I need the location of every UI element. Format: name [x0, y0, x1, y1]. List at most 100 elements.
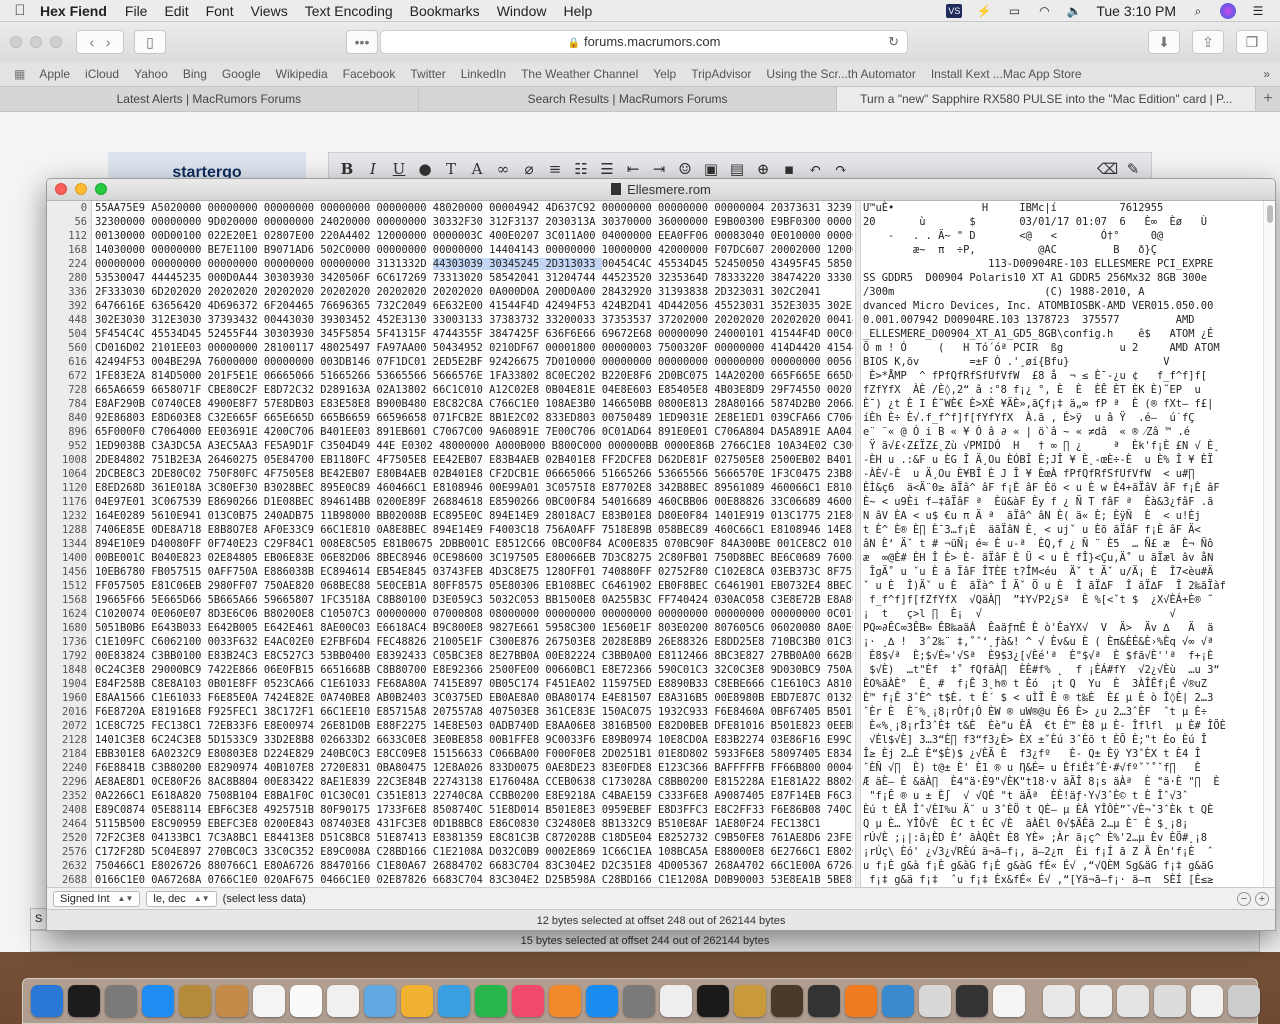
hex-row[interactable]: 0A2266C1 E618A820 7508B104 E8BA1F0C 01C3…	[95, 789, 853, 803]
back-arrow-icon[interactable]: ‹	[89, 34, 94, 50]
ascii-row[interactable]: 0.001.007942 D00904RE.103 1378723 375577…	[863, 313, 1263, 327]
dock-app-icon[interactable]	[623, 985, 655, 1017]
clock[interactable]: Tue 3:10 PM	[1096, 3, 1176, 19]
ascii-row[interactable]: Î≥ Èj 2…È È“$È)$ ¿√ÈÃ È f3¿fº È- Q± Èÿ Y…	[863, 747, 1263, 761]
hex-row[interactable]: FF057505 E81C06EB 2980FF07 750AE820 068B…	[95, 579, 853, 593]
hex-row[interactable]: 2DE84802 751B2E3A 26460275 05E84700 EB11…	[95, 453, 853, 467]
tab-latest-alerts[interactable]: Latest Alerts | MacRumors Forums	[0, 87, 419, 111]
add-row-icon[interactable]: +	[1255, 891, 1269, 906]
tabs-overview-button[interactable]: ❐	[1236, 30, 1268, 54]
top-sites-button[interactable]: •••	[346, 30, 378, 54]
hex-row[interactable]: 665A6659 6658071F CBE80C2F E8D72C32 D289…	[95, 383, 853, 397]
dock-app-icon[interactable]	[31, 985, 63, 1017]
dock-app-icon[interactable]	[401, 985, 433, 1017]
wifi-icon[interactable]: ◠	[1036, 4, 1052, 18]
hex-row[interactable]: 302E3030 312E3030 37393432 00443030 3930…	[95, 313, 853, 327]
ascii-row[interactable]: SS GDDR5 D00904 Polaris10 XT A1 GDDR5 25…	[863, 271, 1263, 285]
ascii-row[interactable]: f¡‡ g&ä f¡‡ ˆu f¡‡ Èx&fÉ« É√ ‚“[Yä¬ã—f¡·…	[863, 873, 1263, 887]
bookmark-yahoo[interactable]: Yahoo	[134, 67, 168, 81]
ascii-column[interactable]: U™uÈ• H IBMc|í 7612955 20 ù $ 03/01/17 01…	[863, 201, 1263, 887]
hex-row[interactable]: E8AF290B C0740CE8 4900E8F7 57E8DB03 E83E…	[95, 397, 853, 411]
ascii-row[interactable]: æ ∞@È# ÈH Î È> È- ãÏâF È Ü < u È fÎ}<Çu,…	[863, 551, 1263, 565]
dock-app-icon[interactable]	[1191, 985, 1223, 1017]
forward-arrow-icon[interactable]: ›	[106, 34, 111, 50]
ascii-row[interactable]: ¡· ¸∆ ! 3ˆ2‰¨ ‡‚˚ˆ‘˛ƒà&! ^ √ Èv&u È ( Èπ…	[863, 635, 1263, 649]
hex-row[interactable]: 0166C1E0 0A67268A 0766C1E0 020AF675 0466…	[95, 873, 853, 887]
dock-app-icon[interactable]	[697, 985, 729, 1017]
ascii-row[interactable]: t È^ È® È∏ È¯3…f¡È äãÏâN È˛ < ujˇ u Èõ ã…	[863, 523, 1263, 537]
hex-row[interactable]: CD016D02 2101EE03 00000000 28100117 4802…	[95, 341, 853, 355]
hex-row[interactable]: 04E97E01 3C067539 E8690266 D1E08BEC 8946…	[95, 495, 853, 509]
text-color-icon[interactable]: ●	[415, 160, 435, 178]
dock-app-icon[interactable]	[179, 985, 211, 1017]
type-select[interactable]: Signed Int ▲▼	[53, 890, 141, 907]
ascii-row[interactable]: u f¡È g&à f¡È g&àG f¡È g&àG fÉ« É√ ‚“√QÈ…	[863, 859, 1263, 873]
tab-rx580-thread[interactable]: Turn a "new" Sapphire RX580 PULSE into t…	[837, 87, 1257, 111]
bullet-list-icon[interactable]: ☷	[571, 160, 591, 178]
save-draft-icon[interactable]: ▪	[779, 160, 799, 178]
hex-row[interactable]: C1020074 0E060E07 8D3E6C06 B8020OE8 C105…	[95, 607, 853, 621]
hex-row[interactable]: 19665F66 5E665D66 5B665A66 59665807 1FC3…	[95, 593, 853, 607]
bookmark-facebook[interactable]: Facebook	[343, 67, 396, 81]
hex-row[interactable]: 42494F53 004BE29A 76000000 00000000 003D…	[95, 355, 853, 369]
ascii-row[interactable]: âN È‘ Äˇ t # ¬üÑ¡ é≈ È u-ª ÈQ,f ¿ Ñ ¨ È5…	[863, 537, 1263, 551]
hex-row[interactable]: 2F333030 6D202020 20202020 20202020 2020…	[95, 285, 853, 299]
dock-app-icon[interactable]	[1080, 985, 1112, 1017]
notification-center-icon[interactable]: ☰	[1250, 4, 1266, 18]
dock-app-icon[interactable]	[808, 985, 840, 1017]
bookmark-bing[interactable]: Bing	[183, 67, 207, 81]
ascii-row[interactable]: dvanced Micro Devices, Inc. ATOMBIOSBK-A…	[863, 299, 1263, 313]
address-bar[interactable]: 🔒 forums.macrumors.com ↻	[380, 30, 908, 54]
dock-app-icon[interactable]	[771, 985, 803, 1017]
hex-row[interactable]: 14030000 00000000 BE7E1100 B9071AD6 502C…	[95, 243, 853, 257]
dock-app-icon[interactable]	[68, 985, 100, 1017]
dock-app-icon[interactable]	[253, 985, 285, 1017]
tab-search-results[interactable]: Search Results | MacRumors Forums	[419, 87, 838, 111]
ascii-row[interactable]: 113-D00904RE-103 ELLESMERE PCI_EXPRE	[863, 257, 1263, 271]
hex-row[interactable]: 894E10E9 D40080FF 0F740E23 C29F84C1 008E…	[95, 537, 853, 551]
dock-app-icon[interactable]	[1043, 985, 1075, 1017]
hex-row[interactable]: 00130000 00D00100 022E20E1 02807E00 220A…	[95, 229, 853, 243]
hex-row[interactable]: 92E86803 E8D603E8 C32E665F 665E665D 665B…	[95, 411, 853, 425]
hex-row[interactable]: 00E83824 C3BB0100 E83B24C3 E8C527C3 53BB…	[95, 649, 853, 663]
bookmark-apple[interactable]: Apple	[39, 67, 70, 81]
minimize-button[interactable]	[30, 36, 42, 48]
ascii-row[interactable]: Ÿ ã√£‹Z£ÏZ£˛Zù √PMIDÓ H † ∞ ∏ ¿ ª Èk'f¡È…	[863, 439, 1263, 453]
ascii-row[interactable]: Æ äÈ— È &äÀ∏ È4"ä·È9"√ÈK"t18·v äÃÎ 8¡s ä…	[863, 775, 1263, 789]
app-menu[interactable]: Hex Fiend	[40, 3, 107, 19]
ascii-row[interactable]: N âV ÈA < u$ €u π Ä ª ãÏâ^ âN È( ä« È; È…	[863, 509, 1263, 523]
dock-app-icon[interactable]	[105, 985, 137, 1017]
endian-select[interactable]: le, dec ▲▼	[146, 890, 217, 907]
hex-row[interactable]: 65F000F0 C7064000 EE03691E 4200C706 B401…	[95, 425, 853, 439]
volume-icon[interactable]: 🔈	[1066, 4, 1082, 18]
scroll-thumb[interactable]	[1267, 205, 1273, 223]
insert-icon[interactable]: ⊕	[753, 160, 773, 178]
new-tab-icon[interactable]: +	[1256, 87, 1280, 111]
ascii-row[interactable]: È™ f¡Ê 3ˆÈ^ t$È. t È´ $ < uÌÎ Ȇ ® t‰È È£…	[863, 691, 1263, 705]
bookmark-google[interactable]: Google	[222, 67, 261, 81]
grid-icon[interactable]: ▦	[14, 67, 25, 81]
bookmark-weather-channel[interactable]: The Weather Channel	[521, 67, 638, 81]
downloads-button[interactable]: ⬇	[1148, 30, 1180, 54]
hex-editor[interactable]: 0 56 112 168 224 280 336 392 448 504 560 616 672 728 7…	[47, 201, 1275, 887]
ascii-row[interactable]: _ELLESMERE_D00904_XT_A1_GD5_8GB\config.h…	[863, 327, 1263, 341]
hex-row[interactable]: 0C24C3E8 29000BC9 7422E866 06E0FB15 6651…	[95, 663, 853, 677]
ascii-row[interactable]: -ÀÈ√-È u Ä¸Ou È¥BÎ È J Î ¥ ÈœÀ fPfQfRfSf…	[863, 467, 1263, 481]
dock-app-icon[interactable]	[1117, 985, 1149, 1017]
hex-row[interactable]: AE8AE8D1 0CE80F26 8AC8B804 00E83422 8AE1…	[95, 775, 853, 789]
remove-formatting-icon[interactable]: ⌫	[1097, 160, 1118, 178]
hex-row[interactable]: 32300000 00000000 9D020000 00000000 2402…	[95, 215, 853, 229]
zoom-button[interactable]	[50, 36, 62, 48]
hex-row[interactable]: E84F258B C8E8A103 0B01E8FF 0523CA66 C1E6…	[95, 677, 853, 691]
apple-menu-icon[interactable]: 	[0, 2, 40, 19]
bookmark-linkedin[interactable]: LinkedIn	[461, 67, 506, 81]
ascii-row[interactable]: e¨ ¨« @ Ó i B « ¥ Ó â ∂ « | ö`â ~ « ≠dâ …	[863, 425, 1263, 439]
dock-app-icon[interactable]	[290, 985, 322, 1017]
ascii-row[interactable]: 20 ù $ 03/01/17 01:07 6 È∞ Èø Ù	[863, 215, 1263, 229]
hex-row[interactable]: F6E8720A E81916E8 F925FEC1 38C172F1 66C1…	[95, 705, 853, 719]
ascii-row[interactable]: U™uÈ• H IBMc|í 7612955	[863, 201, 1263, 215]
bookmark-install-kext[interactable]: Install Kext ...Mac App Store	[931, 67, 1082, 81]
close-button[interactable]	[10, 36, 22, 48]
hex-row[interactable]: C172F28D 5C04E897 270BC0C3 33C0C352 E89C…	[95, 845, 853, 859]
hex-row[interactable]: 164E0289 5610E941 013C0B75 240ADB75 11B9…	[95, 509, 853, 523]
